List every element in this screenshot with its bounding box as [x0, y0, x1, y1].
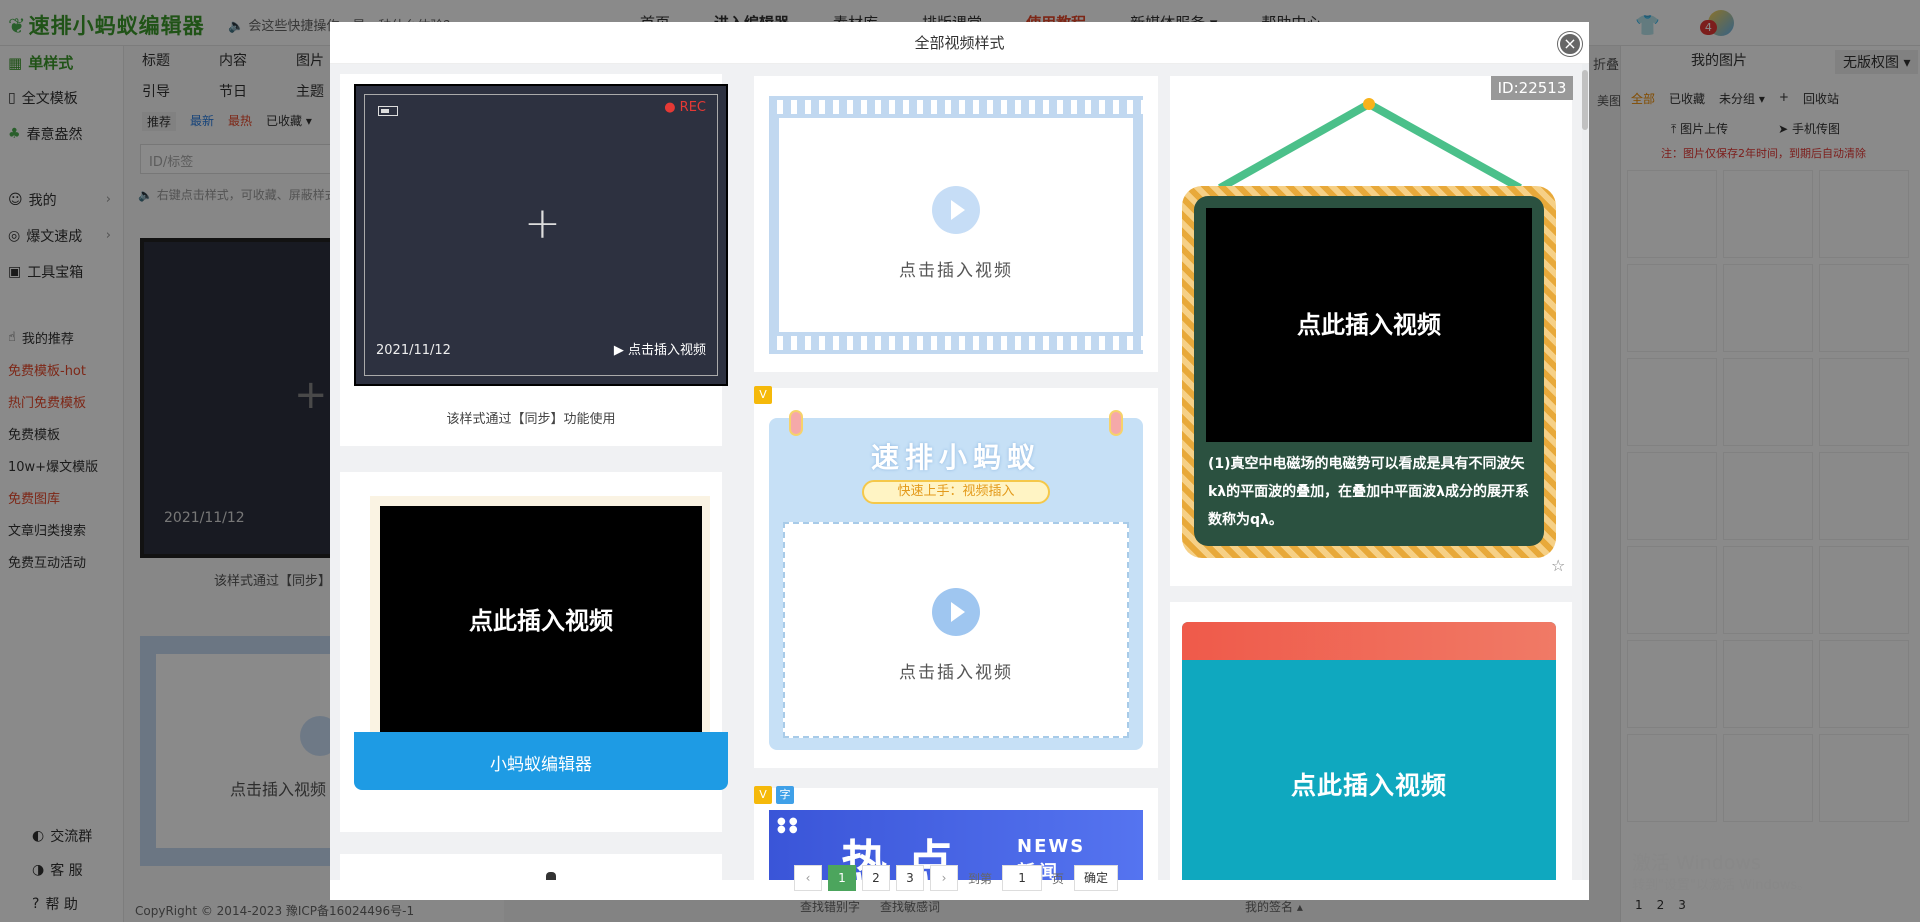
rec-frame: ● REC + 2021/11/12 ▶ 点击插入视频	[354, 84, 728, 386]
play-circle-icon: ▶	[613, 343, 628, 358]
scrollbar-thumb[interactable]	[1582, 70, 1588, 130]
page-label: 页	[1052, 871, 1065, 886]
ant-subtitle: 快速上手：视频插入	[862, 480, 1050, 504]
pin-icon	[1109, 410, 1123, 436]
ant-inner: 点击插入视频	[783, 522, 1129, 738]
modal-title: 全部视频样式	[330, 22, 1589, 64]
play-icon	[932, 186, 980, 234]
tv-screen: 点此插入视频	[380, 506, 702, 736]
crosshair-icon: +	[524, 198, 561, 249]
text-badge: 字	[776, 786, 794, 804]
vip-icon: V	[754, 786, 772, 804]
rec-insert: ▶ 点击插入视频	[614, 339, 706, 358]
film-frame: 点击插入视频	[769, 96, 1143, 354]
rec-label: ● REC	[664, 100, 706, 115]
brand-bar: 小蚂蚁编辑器	[354, 732, 728, 790]
goto-label: 到第	[968, 871, 993, 886]
chalkboard-screen: 点此插入视频	[1206, 208, 1532, 442]
play-icon	[932, 588, 980, 636]
ant-text: 点击插入视频	[899, 663, 1013, 683]
rec-insert-label: 点击插入视频	[627, 343, 706, 358]
battery-icon	[378, 106, 398, 116]
rec-date: 2021/11/12	[376, 343, 451, 358]
goto-page-input[interactable]: 1	[1002, 865, 1043, 891]
pin-icon	[789, 410, 803, 436]
style-card-chalkboard[interactable]: ID:22513 点此插入视频 (1)真空中电磁场的电磁势可以看成是具有不同波矢…	[1170, 76, 1573, 586]
film-strip	[769, 336, 1143, 350]
style-card-film[interactable]: 点击插入视频	[754, 76, 1158, 372]
dots-icon: ● ● ● ●	[777, 816, 798, 835]
red-header	[1182, 622, 1556, 660]
film-text: 点击插入视频	[899, 261, 1013, 281]
modal-scrollbar[interactable]	[1582, 64, 1588, 880]
video-style-modal: 全部视频样式 × ● REC + 2021/11/12 ▶ 点击插入视频 该样式…	[330, 22, 1589, 900]
chalkboard-text: (1)真空中电磁场的电磁势可以看成是具有不同波矢kλ的平面波的叠加，在叠加中平面…	[1208, 456, 1530, 528]
card-caption: 该样式通过【同步】功能使用	[446, 412, 616, 427]
film-inner: 点击插入视频	[779, 118, 1133, 332]
style-card-teal[interactable]: 点此插入视频	[1170, 602, 1572, 880]
film-strip	[769, 100, 1143, 114]
page-3-button[interactable]: 3	[896, 865, 924, 891]
pin-icon	[546, 872, 556, 880]
teal-screen-text: 点此插入视频	[1290, 771, 1447, 800]
style-id-tag: ID:22513	[1491, 76, 1573, 100]
pager: ‹ 1 2 3 › 到第 1 页 确定	[794, 865, 1119, 891]
news-label: NEWS	[1017, 836, 1086, 857]
star-icon[interactable]: ☆	[1551, 556, 1565, 575]
tv-frame: 点此插入视频	[370, 496, 710, 746]
vip-icon: V	[754, 386, 772, 404]
modal-body: ● REC + 2021/11/12 ▶ 点击插入视频 该样式通过【同步】功能使…	[330, 64, 1589, 880]
teal-board: 点此插入视频	[1182, 622, 1556, 880]
page-1-button[interactable]: 1	[828, 865, 856, 891]
style-card-tv[interactable]: 点此插入视频 小蚂蚁编辑器	[340, 472, 728, 832]
ant-title: 速排小蚂蚁	[870, 441, 1041, 474]
next-page-button[interactable]: ›	[930, 865, 958, 891]
windows-watermark: 激活 Windows	[1632, 852, 1761, 874]
style-card-rec[interactable]: ● REC + 2021/11/12 ▶ 点击插入视频 该样式通过【同步】功能使…	[340, 74, 728, 446]
close-button[interactable]: ×	[1558, 32, 1582, 56]
style-card-partial[interactable]	[340, 854, 722, 880]
ant-board: 速排小蚂蚁 快速上手：视频插入 点击插入视频	[769, 410, 1143, 750]
windows-watermark-sub: 转到"设置"以激活 Windows。	[1632, 878, 1811, 893]
style-card-ant[interactable]: V 速排小蚂蚁 快速上手：视频插入 点击插入视频	[754, 386, 1158, 768]
chalkboard: 点此插入视频 (1)真空中电磁场的电磁势可以看成是具有不同波矢kλ的平面波的叠加…	[1182, 186, 1556, 558]
prev-page-button[interactable]: ‹	[794, 865, 822, 891]
confirm-button[interactable]: 确定	[1074, 865, 1119, 891]
page-2-button[interactable]: 2	[862, 865, 890, 891]
